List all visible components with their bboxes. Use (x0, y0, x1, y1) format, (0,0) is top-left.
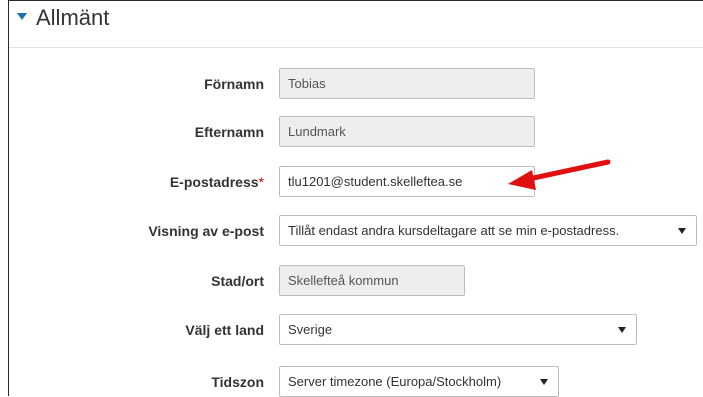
required-mark: * (258, 174, 264, 190)
email-display-select[interactable]: Tillåt endast andra kursdeltagare att se… (279, 215, 697, 246)
city-label: Stad/ort (211, 273, 264, 289)
settings-panel: Allmänt Förnamn Tobias Efternamn Lundmar… (8, 0, 703, 397)
country-value: Sverige (288, 322, 333, 337)
email-display-value: Tillåt endast andra kursdeltagare att se… (288, 223, 620, 238)
section-header[interactable]: Allmänt (9, 1, 703, 48)
email-label-text: E-postadress (169, 174, 259, 190)
country-label: Välj ett land (185, 322, 264, 338)
dropdown-arrow-icon (678, 228, 686, 234)
firstname-field[interactable]: Tobias (279, 68, 535, 99)
country-select[interactable]: Sverige (279, 314, 637, 345)
dropdown-arrow-icon (618, 327, 626, 333)
email-field[interactable]: tlu1201@student.skelleftea.se (279, 166, 535, 197)
dropdown-arrow-icon (540, 379, 548, 385)
lastname-field[interactable]: Lundmark (279, 116, 535, 147)
lastname-label: Efternamn (194, 124, 264, 140)
annotation-arrow-icon (508, 159, 611, 190)
email-display-label: Visning av e-post (148, 223, 264, 239)
timezone-select[interactable]: Server timezone (Europa/Stockholm) (279, 366, 559, 397)
email-label: E-postadress* (170, 174, 264, 190)
city-field[interactable]: Skellefteå kommun (279, 265, 465, 296)
section-title: Allmänt (36, 5, 110, 30)
caret-down-icon[interactable] (17, 13, 27, 20)
timezone-label: Tidszon (211, 374, 264, 390)
timezone-value: Server timezone (Europa/Stockholm) (288, 374, 502, 389)
firstname-label: Förnamn (204, 76, 264, 92)
